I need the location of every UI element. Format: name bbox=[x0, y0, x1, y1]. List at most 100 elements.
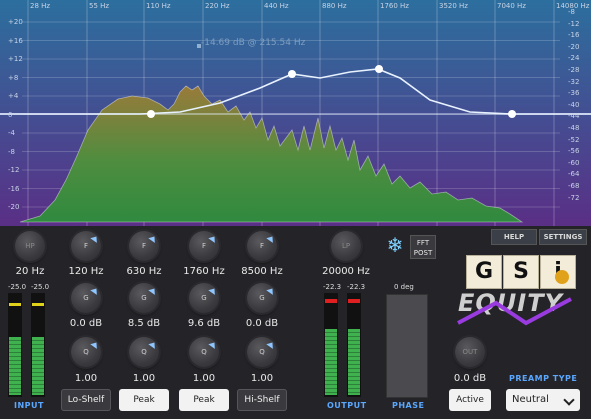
band4-freq-knob[interactable]: F bbox=[247, 231, 277, 261]
q-knob-label: Q bbox=[83, 348, 89, 356]
band1-q-value: 1.00 bbox=[74, 373, 98, 384]
freq-label: 440 Hz bbox=[264, 2, 289, 10]
band4-q-knob[interactable]: Q bbox=[247, 337, 277, 367]
left-db-label: +20 bbox=[8, 18, 23, 26]
gain-knob-label: G bbox=[259, 294, 265, 302]
band2-node[interactable] bbox=[288, 70, 296, 78]
preamp-select[interactable]: Neutral bbox=[506, 389, 580, 411]
band3-type-button[interactable]: Peak bbox=[179, 389, 229, 411]
band3-freq-knob[interactable]: F bbox=[189, 231, 219, 261]
right-db-label: -72 bbox=[568, 193, 580, 202]
post-label: POST bbox=[413, 249, 433, 257]
freq-label: 28 Hz bbox=[30, 2, 51, 10]
band2-freq-knob[interactable]: F bbox=[129, 231, 159, 261]
left-db-label: -12 bbox=[8, 166, 20, 174]
equity-plugin-window: 28 Hz 55 Hz 110 Hz 220 Hz 440 Hz 880 Hz 1760 H… bbox=[0, 0, 591, 419]
chevron-down-icon bbox=[563, 394, 575, 406]
out-gain-value: 0.0 dB bbox=[453, 373, 487, 384]
q-knob-label: Q bbox=[141, 348, 147, 356]
left-db-label: +4 bbox=[8, 92, 19, 100]
freq-knob-label: F bbox=[259, 242, 265, 250]
lp-knob-label: LP bbox=[341, 242, 351, 250]
out-knob[interactable]: OUT bbox=[455, 337, 485, 367]
hp-knob[interactable]: HP bbox=[15, 231, 45, 261]
left-db-label: +12 bbox=[8, 55, 23, 63]
right-db-label: -44 bbox=[568, 112, 580, 121]
phase-label: PHASE bbox=[392, 401, 425, 410]
band2-type-button[interactable]: Peak bbox=[119, 389, 169, 411]
input-label: INPUT bbox=[14, 401, 44, 410]
right-db-label: -32 bbox=[568, 77, 580, 86]
band1-type-button[interactable]: Lo-Shelf bbox=[61, 389, 111, 411]
band4-type-button[interactable]: Hi-Shelf bbox=[237, 389, 287, 411]
freq-label: 1760 Hz bbox=[380, 2, 409, 10]
output-meter-right bbox=[347, 293, 361, 397]
logo-tile-s: S bbox=[503, 255, 539, 289]
out-knob-label: OUT bbox=[462, 348, 478, 356]
input-meter-left bbox=[8, 293, 22, 397]
q-knob-label: Q bbox=[259, 348, 265, 356]
right-db-label: -56 bbox=[568, 147, 580, 156]
input-meter-right bbox=[31, 293, 45, 397]
freq-label: 220 Hz bbox=[205, 2, 230, 10]
gsi-logo: G S i EQUITY bbox=[457, 255, 586, 326]
right-db-label: -8 bbox=[568, 8, 575, 16]
right-db-label: -68 bbox=[568, 182, 580, 190]
band3-node[interactable] bbox=[375, 65, 383, 73]
right-db-label: -20 bbox=[568, 42, 580, 51]
band2-gain-knob[interactable]: G bbox=[129, 283, 159, 313]
output-meter-left bbox=[324, 293, 338, 397]
output-right-value: -22.3 bbox=[347, 283, 366, 291]
band2-gain-value: 8.5 dB bbox=[127, 318, 161, 329]
lp-freq-value: 20000 Hz bbox=[322, 266, 370, 277]
settings-button[interactable]: SETTINGS bbox=[539, 229, 587, 245]
freq-label: 3520 Hz bbox=[439, 2, 468, 10]
output-left-value: -22.3 bbox=[323, 283, 342, 291]
phase-slider[interactable] bbox=[386, 294, 428, 398]
logo-dot bbox=[555, 270, 569, 284]
freq-label: 7040 Hz bbox=[497, 2, 526, 10]
band4-gain-knob[interactable]: G bbox=[247, 283, 277, 313]
left-db-label: -8 bbox=[8, 147, 15, 156]
band2-q-value: 1.00 bbox=[132, 373, 156, 384]
input-left-value: -25.0 bbox=[8, 283, 27, 291]
logo-swoosh bbox=[457, 297, 572, 326]
hp-knob-label: HP bbox=[25, 242, 35, 250]
band4-node[interactable] bbox=[508, 110, 516, 118]
band2-freq-value: 630 Hz bbox=[126, 266, 162, 277]
freq-knob-label: F bbox=[141, 242, 147, 250]
active-button[interactable]: Active bbox=[449, 389, 491, 411]
gain-knob-label: G bbox=[141, 294, 147, 302]
analyzer-graph[interactable] bbox=[0, 0, 591, 226]
right-db-label: -36 bbox=[568, 89, 580, 98]
phase-value: 0 deg bbox=[394, 283, 414, 291]
gain-knob-label: G bbox=[201, 294, 207, 302]
right-db-label: -28 bbox=[568, 66, 580, 74]
left-db-label: -16 bbox=[8, 184, 20, 193]
right-db-label: -60 bbox=[568, 158, 580, 167]
band3-q-knob[interactable]: Q bbox=[189, 337, 219, 367]
band1-node[interactable] bbox=[147, 110, 155, 118]
spectrum-analyzer[interactable]: 28 Hz 55 Hz 110 Hz 220 Hz 440 Hz 880 Hz 1760 H… bbox=[0, 0, 591, 226]
help-button[interactable]: HELP bbox=[491, 229, 537, 245]
band1-gain-value: 0.0 dB bbox=[69, 318, 103, 329]
band1-gain-knob[interactable]: G bbox=[71, 283, 101, 313]
band1-freq-knob[interactable]: F bbox=[71, 231, 101, 261]
left-db-label: +8 bbox=[8, 73, 19, 82]
fft-post-button[interactable]: FFT POST bbox=[410, 235, 436, 259]
band1-q-knob[interactable]: Q bbox=[71, 337, 101, 367]
freq-knob-label: F bbox=[201, 242, 207, 250]
snowflake-icon[interactable]: ❄ bbox=[384, 234, 406, 256]
freq-label: 110 Hz bbox=[146, 2, 171, 10]
freq-knob-label: F bbox=[83, 242, 89, 250]
preamp-type-label: PREAMP TYPE bbox=[509, 374, 578, 383]
lp-knob[interactable]: LP bbox=[331, 231, 361, 261]
left-db-label: 0 bbox=[8, 110, 13, 119]
freq-label: 55 Hz bbox=[89, 2, 110, 10]
band1-freq-value: 120 Hz bbox=[68, 266, 104, 277]
output-label: OUTPUT bbox=[327, 401, 367, 410]
right-db-label: -12 bbox=[568, 19, 580, 28]
right-db-label: -48 bbox=[568, 124, 580, 132]
band3-gain-knob[interactable]: G bbox=[189, 283, 219, 313]
band2-q-knob[interactable]: Q bbox=[129, 337, 159, 367]
